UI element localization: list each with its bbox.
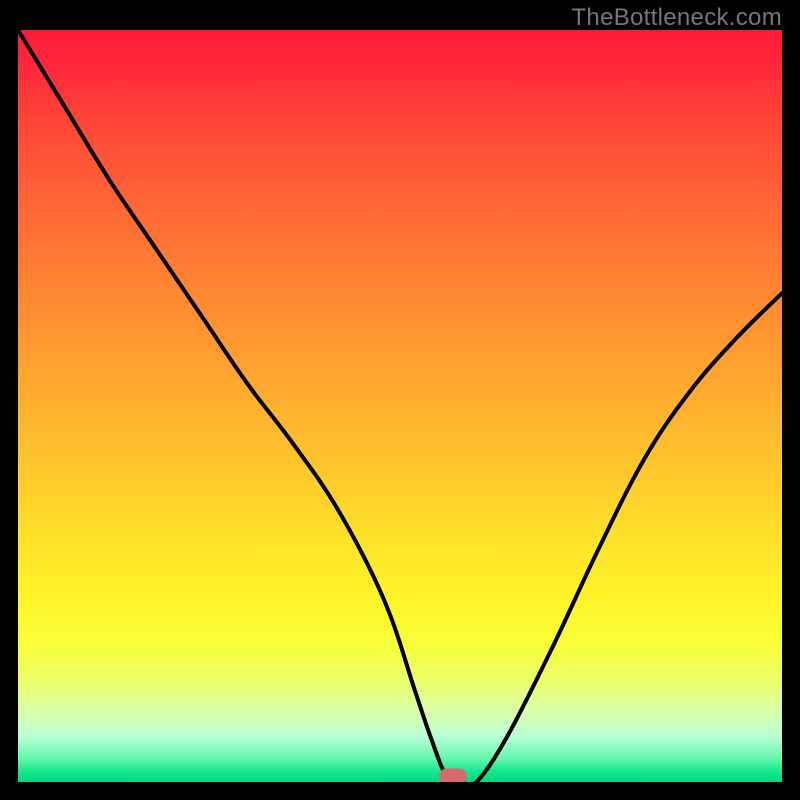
watermark-text: TheBottleneck.com [571, 4, 782, 32]
plot-area [18, 30, 782, 782]
chart-frame: TheBottleneck.com [0, 0, 800, 800]
bottleneck-curve [18, 30, 782, 782]
optimum-marker [439, 769, 467, 783]
